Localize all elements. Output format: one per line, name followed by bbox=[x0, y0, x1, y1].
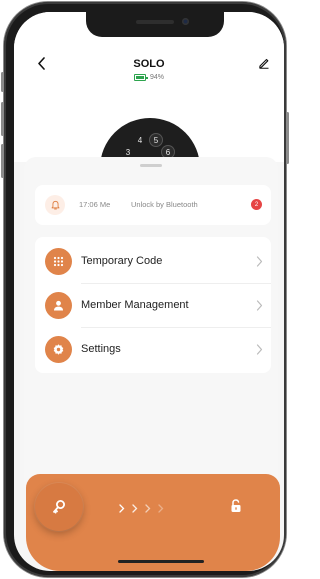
battery-percent: 94% bbox=[149, 74, 164, 81]
phone-volume-up bbox=[1, 102, 4, 136]
unread-badge: 2 bbox=[251, 199, 262, 210]
phone-notch bbox=[86, 12, 224, 37]
battery-status: 94% bbox=[14, 74, 284, 81]
slide-to-unlock-bar[interactable] bbox=[26, 474, 280, 571]
person-icon bbox=[45, 292, 72, 319]
keypad-key: 4 bbox=[137, 135, 143, 145]
sheet-handle[interactable] bbox=[140, 164, 162, 167]
home-indicator[interactable] bbox=[118, 560, 204, 563]
pencil-icon bbox=[259, 58, 269, 69]
chevron-right-icon bbox=[256, 256, 263, 267]
menu-item-member-management[interactable]: Member Management bbox=[35, 284, 271, 328]
chevron-right-icon bbox=[145, 503, 151, 513]
phone-power-button bbox=[286, 112, 289, 164]
menu-item-label: Settings bbox=[81, 343, 121, 355]
menu-list: Temporary Code Member Management Setting… bbox=[35, 237, 271, 373]
menu-item-label: Member Management bbox=[81, 299, 189, 311]
keypad-key: 5 bbox=[150, 134, 162, 146]
chevron-right-icon bbox=[119, 503, 125, 513]
key-icon bbox=[53, 500, 65, 514]
chevron-right-icon bbox=[132, 503, 138, 513]
phone-volume-down bbox=[1, 144, 4, 178]
phone-frame: SOLO 94% 4 5 3 6 17:06 Me Unlock by Blue… bbox=[1, 2, 289, 577]
menu-item-temporary-code[interactable]: Temporary Code bbox=[35, 240, 271, 284]
menu-item-label: Temporary Code bbox=[81, 255, 163, 267]
bottom-sheet: 17:06 Me Unlock by Bluetooth 2 Temporary… bbox=[24, 157, 278, 487]
page-title: SOLO bbox=[133, 58, 165, 70]
chevron-right-icon bbox=[256, 344, 263, 355]
chevron-right-icon bbox=[158, 503, 164, 513]
slide-arrows bbox=[119, 501, 164, 515]
gear-icon bbox=[45, 336, 72, 363]
keypad-icon bbox=[45, 248, 72, 275]
menu-item-settings[interactable]: Settings bbox=[35, 328, 271, 372]
edit-button[interactable] bbox=[258, 56, 272, 70]
record-time: 17:06 Me bbox=[79, 200, 111, 209]
chevron-right-icon bbox=[256, 300, 263, 311]
app-screen: SOLO 94% 4 5 3 6 17:06 Me Unlock by Blue… bbox=[14, 12, 284, 571]
unlocked-padlock-icon bbox=[231, 499, 241, 512]
front-camera bbox=[182, 18, 189, 25]
latest-record-card[interactable]: 17:06 Me Unlock by Bluetooth 2 bbox=[35, 185, 271, 225]
bell-icon bbox=[45, 195, 65, 215]
speaker-grille bbox=[136, 20, 174, 24]
battery-icon bbox=[133, 74, 148, 81]
phone-silent-switch bbox=[1, 72, 4, 92]
record-message: Unlock by Bluetooth bbox=[131, 200, 198, 209]
unlock-slider-handle[interactable] bbox=[35, 483, 83, 531]
